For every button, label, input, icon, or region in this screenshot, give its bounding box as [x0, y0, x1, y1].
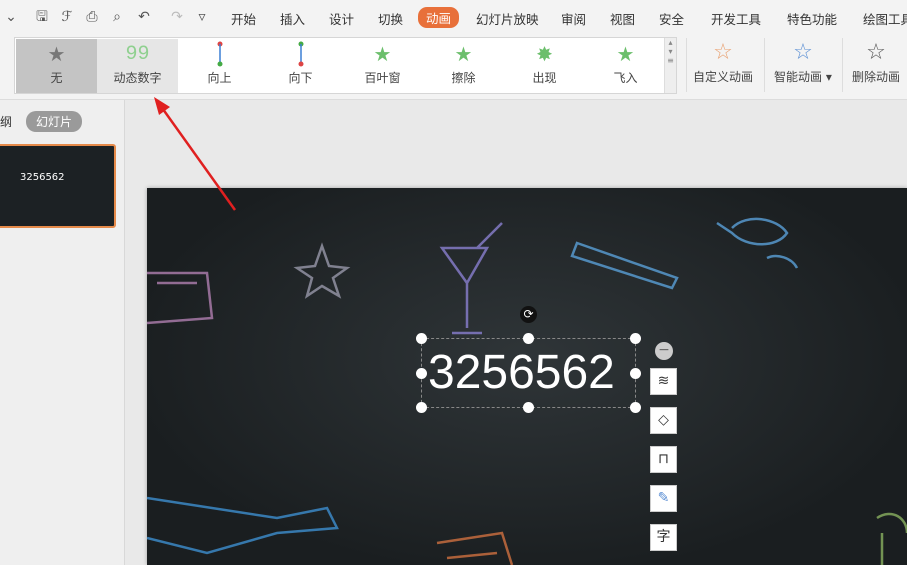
tab-developer[interactable]: 开发工具 — [711, 9, 761, 28]
layers-icon[interactable]: ≋ — [650, 368, 677, 395]
anim-up[interactable]: 向上 — [179, 39, 260, 93]
collapse-toolbar-icon[interactable]: − — [655, 342, 673, 360]
tab-security[interactable]: 安全 — [659, 9, 684, 28]
redo-icon[interactable]: ↷ — [168, 8, 186, 26]
brush-icon[interactable]: ✎ — [650, 485, 677, 512]
rotate-handle-icon[interactable]: ⟳ — [520, 306, 537, 323]
star-icon: ★ — [454, 42, 473, 66]
anim-wipe[interactable]: ★ 擦除 — [423, 39, 504, 93]
anim-down[interactable]: 向下 — [260, 39, 341, 93]
number-text[interactable]: 3256562 — [428, 345, 615, 400]
resize-handle[interactable] — [416, 402, 427, 413]
print-icon[interactable]: ⎙ — [83, 8, 101, 26]
star-icon: ★ — [616, 42, 635, 66]
text-direction-icon[interactable]: 字 — [650, 524, 677, 551]
star-outline-icon: ☆ — [793, 40, 813, 65]
anim-dynamic-number[interactable]: 99 动态数字 — [97, 39, 178, 93]
print-preview-icon[interactable]: ⌕ — [108, 8, 126, 26]
tab-outline[interactable]: 纲 — [0, 113, 12, 130]
title-bar: ⌄ 🖫 ℱ ⎙ ⌕ ↶ ↷ ▿ 开始 插入 设计 切换 动画 幻灯片放映 审阅 … — [0, 0, 907, 34]
slide-panel: 纲 幻灯片 3256562 — [0, 100, 125, 565]
gallery-scrollbar[interactable]: ▴ ▾ ≡ — [664, 38, 676, 93]
animation-gallery: ★ 无 99 动态数字 向上 向下 ★ 百叶窗 ★ 擦除 ✸ 出现 ★ 飞入 ▴ ▾ ≡ — [14, 37, 677, 94]
anim-none[interactable]: ★ 无 — [16, 39, 97, 93]
anim-fly-in[interactable]: ★ 飞入 — [585, 39, 666, 93]
tab-slideshow[interactable]: 幻灯片放映 — [476, 9, 539, 28]
resize-handle[interactable] — [523, 333, 534, 344]
resize-handle[interactable] — [416, 333, 427, 344]
resize-handle[interactable] — [630, 402, 641, 413]
star-icon: ★ — [47, 42, 66, 66]
tab-review[interactable]: 审阅 — [561, 9, 586, 28]
down-line-icon — [260, 39, 341, 69]
star-delete-icon: ☆ — [866, 40, 886, 65]
outline-icon[interactable]: ⊓ — [650, 446, 677, 473]
resize-handle[interactable] — [416, 368, 427, 379]
smart-animation-button[interactable]: ☆ 智能动画 ▾ — [774, 38, 832, 85]
slide-thumbnail[interactable]: 3256562 — [0, 144, 116, 228]
star-icon: ✸ — [536, 42, 553, 66]
resize-handle[interactable] — [630, 368, 641, 379]
tab-transition[interactable]: 切换 — [378, 9, 403, 28]
star-outline-icon: ☆ — [713, 40, 733, 65]
anim-blinds[interactable]: ★ 百叶窗 — [342, 39, 423, 93]
undo-icon[interactable]: ↶ — [135, 8, 153, 26]
tab-slides[interactable]: 幻灯片 — [26, 111, 83, 132]
save-icon[interactable]: 🖫 — [33, 8, 51, 26]
star-icon: ★ — [373, 42, 392, 66]
delete-animation-button[interactable]: ☆ 删除动画 — [852, 38, 900, 85]
tab-drawing-tools[interactable]: 绘图工具 — [863, 9, 907, 28]
format-painter-icon[interactable]: ℱ — [58, 8, 76, 26]
anim-appear[interactable]: ✸ 出现 — [504, 39, 585, 93]
digits-icon: 99 — [125, 42, 150, 66]
tab-animation[interactable]: 动画 — [418, 7, 460, 28]
resize-handle[interactable] — [630, 333, 641, 344]
custom-animation-button[interactable]: ☆ 自定义动画 — [693, 38, 753, 85]
more-icon[interactable]: ▿ — [193, 8, 211, 26]
tab-view[interactable]: 视图 — [610, 9, 635, 28]
up-line-icon — [179, 39, 260, 69]
tab-start[interactable]: 开始 — [231, 9, 256, 28]
ribbon: ★ 无 99 动态数字 向上 向下 ★ 百叶窗 ★ 擦除 ✸ 出现 ★ 飞入 ▴ ▾ ≡ ☆ 自定… — [0, 34, 907, 100]
fill-icon[interactable]: ◇ — [650, 407, 677, 434]
tab-design[interactable]: 设计 — [329, 9, 354, 28]
tab-insert[interactable]: 插入 — [280, 9, 305, 28]
resize-handle[interactable] — [523, 402, 534, 413]
tab-features[interactable]: 特色功能 — [787, 9, 837, 28]
red-arrow-annotation — [154, 97, 237, 211]
chevron-down-icon[interactable]: ⌄ — [2, 8, 20, 26]
